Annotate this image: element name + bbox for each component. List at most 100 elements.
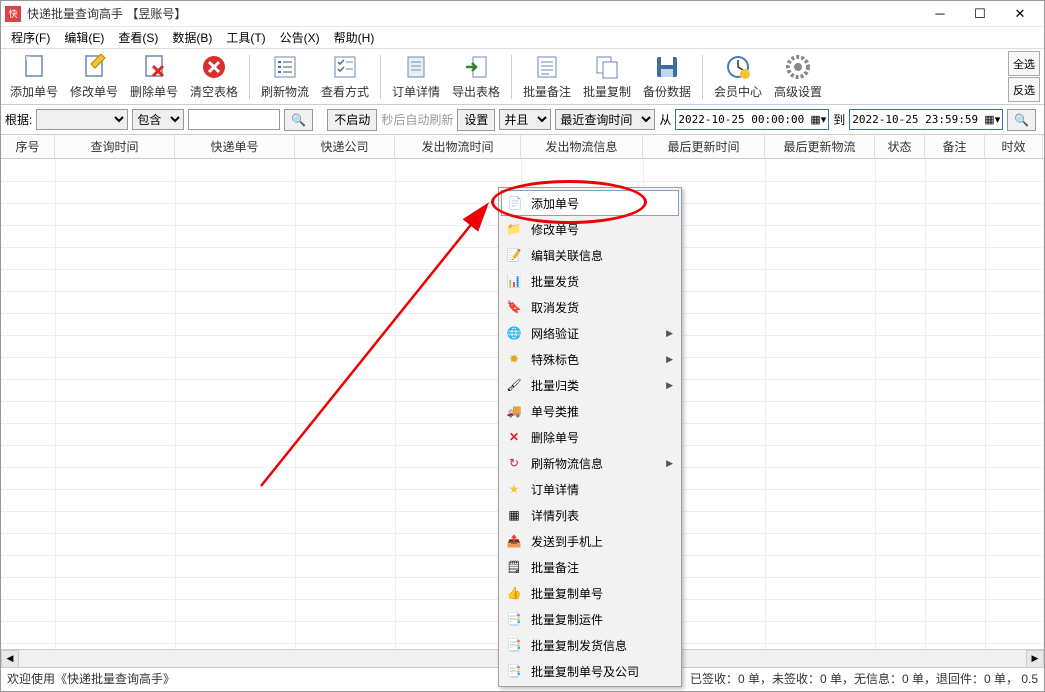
date-to-field[interactable]: ▦▾ bbox=[849, 109, 1003, 130]
ctx-refresh[interactable]: ↻刷新物流信息▶ bbox=[501, 450, 679, 476]
search-button[interactable]: 🔍 bbox=[284, 109, 313, 131]
app-icon: 快 bbox=[5, 6, 21, 22]
menu-program[interactable]: 程序(F) bbox=[5, 27, 56, 48]
col-sendinfo[interactable]: 发出物流信息 bbox=[521, 135, 643, 158]
close-button[interactable]: ✕ bbox=[1000, 2, 1040, 26]
date-from-field[interactable]: ▦▾ bbox=[675, 109, 829, 130]
copy-icon bbox=[593, 53, 621, 81]
ctx-classify[interactable]: 🖌批量归类▶ bbox=[501, 372, 679, 398]
select-all-button[interactable]: 全选 bbox=[1008, 51, 1040, 76]
col-status[interactable]: 状态 bbox=[875, 135, 925, 158]
toolbar-detail[interactable]: 订单详情 bbox=[387, 51, 445, 103]
toolbar-export[interactable]: 导出表格 bbox=[447, 51, 505, 103]
minimize-button[interactable]: ─ bbox=[920, 2, 960, 26]
copy-icon: 📑 bbox=[505, 610, 523, 628]
ctx-sendphone[interactable]: 📤发送到手机上 bbox=[501, 528, 679, 554]
menu-data[interactable]: 数据(B) bbox=[166, 27, 218, 48]
invert-select-button[interactable]: 反选 bbox=[1008, 77, 1040, 102]
menu-notice[interactable]: 公告(X) bbox=[274, 27, 326, 48]
ctx-detaillist[interactable]: ▦详情列表 bbox=[501, 502, 679, 528]
ctx-copyshipinfo[interactable]: 📑批量复制发货信息 bbox=[501, 632, 679, 658]
ctx-copyship[interactable]: 📑批量复制运件 bbox=[501, 606, 679, 632]
toolbar-add[interactable]: 添加单号 bbox=[5, 51, 63, 103]
ctx-editrel[interactable]: 📝编辑关联信息 bbox=[501, 242, 679, 268]
remark-icon bbox=[533, 53, 561, 81]
x-icon: ✕ bbox=[505, 428, 523, 446]
star-burst-icon: ✸ bbox=[505, 350, 523, 368]
ctx-delete[interactable]: ✕删除单号 bbox=[501, 424, 679, 450]
toolbar-remark[interactable]: 批量备注 bbox=[518, 51, 576, 103]
toolbar-advanced[interactable]: 高级设置 bbox=[769, 51, 827, 103]
col-querytime[interactable]: 查询时间 bbox=[55, 135, 175, 158]
calendar-icon[interactable]: ▦▾ bbox=[984, 113, 1000, 126]
toolbar-refresh[interactable]: 刷新物流 bbox=[256, 51, 314, 103]
to-label: 到 bbox=[833, 111, 845, 128]
toolbar-backup[interactable]: 备份数据 bbox=[638, 51, 696, 103]
page-delete-icon bbox=[140, 53, 168, 81]
scroll-left-arrow[interactable]: ◀ bbox=[1, 650, 19, 668]
clear-icon bbox=[200, 53, 228, 81]
calendar-icon[interactable]: ▦▾ bbox=[810, 113, 826, 126]
auto-refresh-hint: 秒后自动刷新 bbox=[381, 111, 453, 128]
root-field-select[interactable] bbox=[36, 109, 128, 130]
ctx-cancelship[interactable]: 🔖取消发货 bbox=[501, 294, 679, 320]
col-lastupdate[interactable]: 最后更新时间 bbox=[643, 135, 765, 158]
menu-edit[interactable]: 编辑(E) bbox=[58, 27, 110, 48]
col-remark[interactable]: 备注 bbox=[925, 135, 985, 158]
ctx-add[interactable]: 📄添加单号 bbox=[501, 190, 679, 216]
menubar: 程序(F) 编辑(E) 查看(S) 数据(B) 工具(T) 公告(X) 帮助(H… bbox=[1, 27, 1044, 49]
ctx-color[interactable]: ✸特殊标色▶ bbox=[501, 346, 679, 372]
ctx-modify[interactable]: 📁修改单号 bbox=[501, 216, 679, 242]
toolbar-separator bbox=[511, 55, 512, 99]
send-icon: 📤 bbox=[505, 532, 523, 550]
folder-icon: 📁 bbox=[505, 220, 523, 238]
col-company[interactable]: 快递公司 bbox=[295, 135, 395, 158]
ctx-copyall[interactable]: 📑批量复制单号及公司 bbox=[501, 658, 679, 684]
note-icon: 🗒 bbox=[505, 558, 523, 576]
and-select[interactable]: 并且 bbox=[499, 109, 551, 130]
filter-bar: 根据: 包含 🔍 不启动 秒后自动刷新 设置 并且 最近查询时间 从 ▦▾ 到 … bbox=[1, 105, 1044, 135]
ctx-orderdetail[interactable]: ★订单详情 bbox=[501, 476, 679, 502]
lastquery-select[interactable]: 最近查询时间 bbox=[555, 109, 655, 130]
gear-icon bbox=[784, 53, 812, 81]
search-date-button[interactable]: 🔍 bbox=[1007, 109, 1036, 131]
col-lastlog[interactable]: 最后更新物流 bbox=[765, 135, 875, 158]
col-trackno[interactable]: 快递单号 bbox=[175, 135, 295, 158]
nostart-button[interactable]: 不启动 bbox=[327, 109, 377, 131]
magnifier-icon: 🔍 bbox=[1014, 113, 1029, 127]
ctx-copytrack[interactable]: 👍批量复制单号 bbox=[501, 580, 679, 606]
from-label: 从 bbox=[659, 111, 671, 128]
toolbar-clear[interactable]: 清空表格 bbox=[185, 51, 243, 103]
toolbar-member[interactable]: 会员中心 bbox=[709, 51, 767, 103]
toolbar-copy[interactable]: 批量复制 bbox=[578, 51, 636, 103]
ctx-batchremark[interactable]: 🗒批量备注 bbox=[501, 554, 679, 580]
contain-select[interactable]: 包含 bbox=[132, 109, 184, 130]
submenu-arrow-icon: ▶ bbox=[666, 380, 673, 391]
magnifier-icon: 🔍 bbox=[291, 113, 306, 127]
date-to-input[interactable] bbox=[852, 113, 982, 126]
toolbar-modify[interactable]: 修改单号 bbox=[65, 51, 123, 103]
clock-icon bbox=[724, 53, 752, 81]
grid-icon: ▦ bbox=[505, 506, 523, 524]
filter-text-input[interactable] bbox=[188, 109, 280, 130]
maximize-button[interactable]: ☐ bbox=[960, 2, 1000, 26]
col-index[interactable]: 序号 bbox=[1, 135, 55, 158]
toolbar-viewmode[interactable]: 查看方式 bbox=[316, 51, 374, 103]
col-time[interactable]: 时效 bbox=[985, 135, 1043, 158]
menu-help[interactable]: 帮助(H) bbox=[328, 27, 381, 48]
ctx-batchship[interactable]: 📊批量发货 bbox=[501, 268, 679, 294]
submenu-arrow-icon: ▶ bbox=[666, 328, 673, 339]
menu-tool[interactable]: 工具(T) bbox=[220, 27, 271, 48]
toolbar-delete[interactable]: 删除单号 bbox=[125, 51, 183, 103]
chart-icon: 📊 bbox=[505, 272, 523, 290]
page-add-icon bbox=[20, 53, 48, 81]
menu-view[interactable]: 查看(S) bbox=[112, 27, 164, 48]
date-from-input[interactable] bbox=[678, 113, 808, 126]
ctx-netverify[interactable]: 🌐网络验证▶ bbox=[501, 320, 679, 346]
ctx-analogize[interactable]: 🚚单号类推 bbox=[501, 398, 679, 424]
scroll-right-arrow[interactable]: ▶ bbox=[1026, 650, 1044, 668]
window-buttons: ─ ☐ ✕ bbox=[920, 2, 1040, 26]
setting-button[interactable]: 设置 bbox=[457, 109, 495, 131]
page-icon: 📄 bbox=[506, 194, 524, 212]
col-sendtime[interactable]: 发出物流时间 bbox=[395, 135, 521, 158]
